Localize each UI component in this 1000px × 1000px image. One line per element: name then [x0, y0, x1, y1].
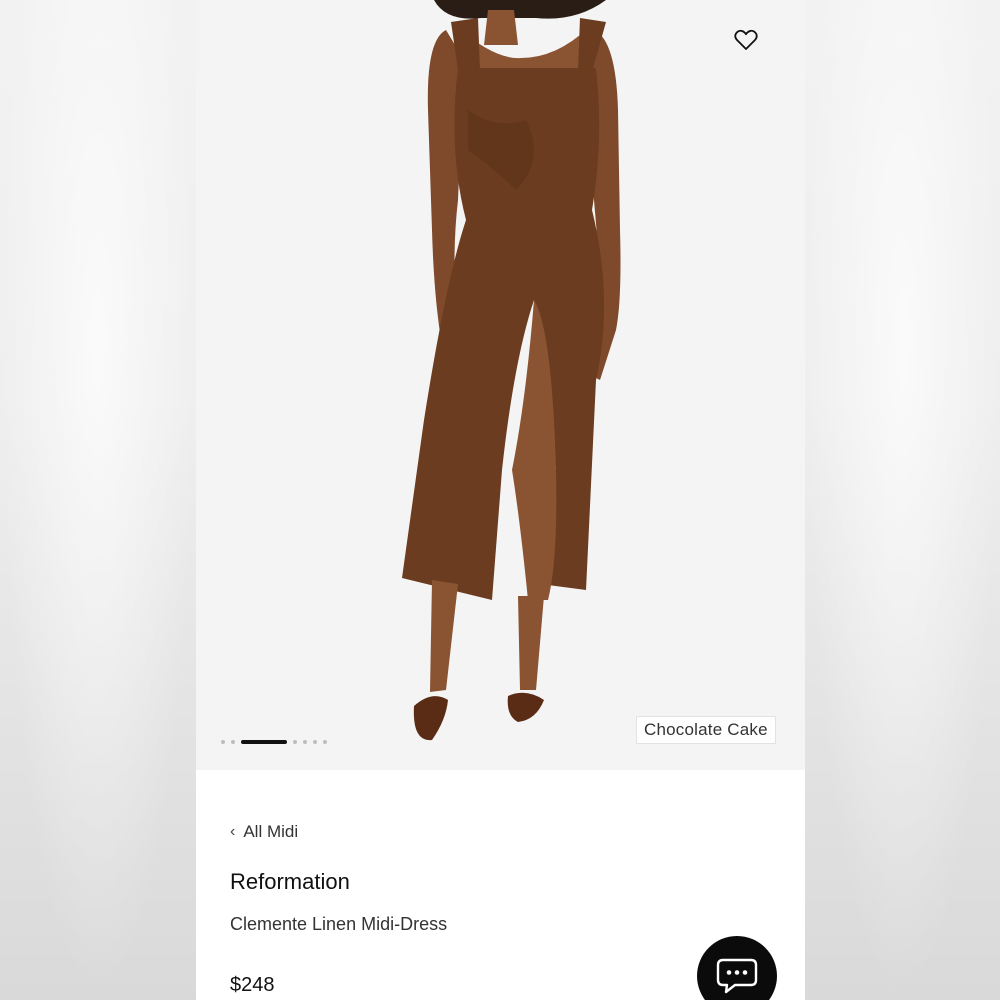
background-left: [0, 0, 196, 1000]
product-info: ‹ All Midi Reformation Clemente Linen Mi…: [196, 770, 805, 1000]
breadcrumb-back-link[interactable]: ‹ All Midi: [230, 822, 298, 842]
brand-name[interactable]: Reformation: [230, 869, 350, 895]
carousel-dot[interactable]: [221, 740, 225, 744]
favorite-heart-icon[interactable]: [732, 27, 760, 53]
carousel-dot[interactable]: [231, 740, 235, 744]
carousel-dot[interactable]: [313, 740, 317, 744]
chat-bubble-icon: [716, 958, 758, 994]
carousel-dot-active[interactable]: [241, 740, 287, 744]
carousel-dot[interactable]: [293, 740, 297, 744]
chevron-left-icon: ‹: [230, 823, 236, 840]
carousel-dot[interactable]: [303, 740, 307, 744]
product-name: Clemente Linen Midi-Dress: [230, 914, 448, 934]
background-right: [805, 0, 1000, 1000]
color-label: Chocolate Cake: [636, 716, 776, 744]
breadcrumb-label: All Midi: [243, 822, 299, 841]
product-price: $248: [230, 974, 275, 996]
carousel-indicators: [221, 739, 327, 745]
product-panel: Chocolate Cake ‹ All Midi Reformation Cl…: [196, 0, 805, 1000]
chat-button[interactable]: [697, 936, 777, 1000]
carousel-dot[interactable]: [323, 740, 327, 744]
product-image[interactable]: Chocolate Cake: [196, 0, 805, 770]
model-photo: [402, 0, 621, 741]
